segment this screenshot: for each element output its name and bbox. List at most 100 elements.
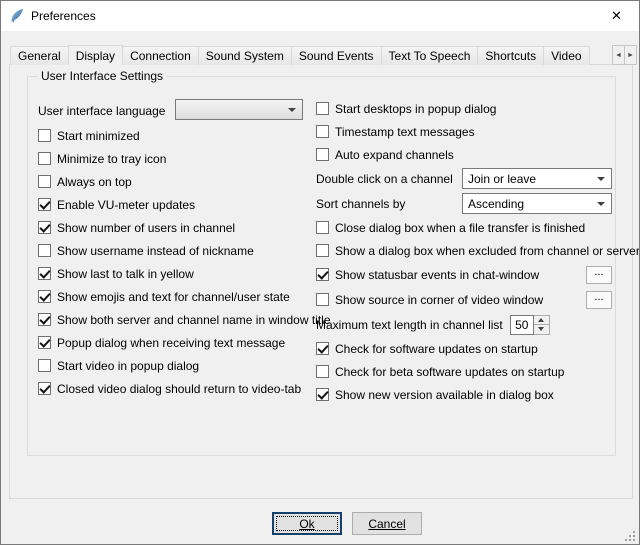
checkbox-emoji-text-state[interactable]: Show emojis and text for channel/user st… (38, 285, 314, 308)
tab-connection[interactable]: Connection (122, 46, 199, 65)
max-text-length-row: Maximum text length in channel list 50 (316, 312, 612, 337)
checkbox-label: Start desktops in popup dialog (335, 102, 496, 116)
checkbox-last-to-talk-yellow[interactable]: Show last to talk in yellow (38, 262, 314, 285)
sort-channels-label: Sort channels by (316, 197, 405, 211)
checkbox-new-version-dialog[interactable]: Show new version available in dialog box (316, 383, 612, 406)
checkbox-indicator (38, 382, 51, 395)
user-interface-settings-group: User Interface Settings User interface l… (27, 76, 616, 456)
chevron-down-icon (597, 202, 605, 206)
checkbox-label: Always on top (57, 175, 132, 189)
checkbox-indicator (38, 313, 51, 326)
checkbox-start-minimized[interactable]: Start minimized (38, 124, 314, 147)
checkbox-label: Check for software updates on startup (335, 342, 538, 356)
spin-up-icon[interactable] (534, 315, 550, 326)
checkbox-close-on-file-transfer[interactable]: Close dialog box when a file transfer is… (316, 216, 612, 239)
double-click-value: Join or leave (468, 172, 536, 186)
checkbox-indicator (316, 221, 329, 234)
tab-general[interactable]: General (10, 46, 69, 65)
checkbox-show-user-count[interactable]: Show number of users in channel (38, 216, 314, 239)
tab-scroll-right-icon[interactable]: ► (624, 45, 637, 65)
chevron-down-icon (288, 108, 296, 112)
checkbox-always-on-top[interactable]: Always on top (38, 170, 314, 193)
ok-button[interactable]: Ok (272, 512, 342, 535)
language-dropdown[interactable] (175, 99, 303, 120)
checkbox-show-username[interactable]: Show username instead of nickname (38, 239, 314, 262)
checkbox-label: Auto expand channels (335, 148, 454, 162)
double-click-label: Double click on a channel (316, 172, 453, 186)
checkbox-indicator (38, 336, 51, 349)
left-column: User interface language Start minimized … (38, 97, 314, 400)
tab-video[interactable]: Video (543, 46, 589, 65)
statusbar-events-row: Show statusbar events in chat-window ... (316, 262, 612, 287)
language-row: User interface language (38, 97, 314, 124)
checkbox-indicator (38, 175, 51, 188)
checkbox-indicator (38, 221, 51, 234)
checkbox-excluded-dialog[interactable]: Show a dialog box when excluded from cha… (316, 239, 612, 262)
group-title: User Interface Settings (37, 69, 167, 83)
checkbox-indicator (38, 129, 51, 142)
tab-sound-system[interactable]: Sound System (198, 46, 292, 65)
statusbar-events-more-button[interactable]: ... (586, 266, 612, 284)
checkbox-label: Show both server and channel name in win… (57, 313, 331, 327)
checkbox-video-source-corner[interactable] (316, 293, 329, 306)
checkbox-label: Show source in corner of video window (335, 293, 543, 307)
checkbox-label: Show new version available in dialog box (335, 388, 554, 402)
checkbox-minimize-to-tray[interactable]: Minimize to tray icon (38, 147, 314, 170)
window-title: Preferences (31, 9, 96, 23)
checkbox-statusbar-events[interactable] (316, 268, 329, 281)
language-label: User interface language (38, 104, 165, 118)
checkbox-label: Show statusbar events in chat-window (335, 268, 539, 282)
checkbox-label: Show number of users in channel (57, 221, 235, 235)
checkbox-label: Closed video dialog should return to vid… (57, 382, 301, 396)
checkbox-auto-expand-channels[interactable]: Auto expand channels (316, 143, 612, 166)
checkbox-indicator (38, 152, 51, 165)
checkbox-label: Popup dialog when receiving text message (57, 336, 285, 350)
tab-text-to-speech[interactable]: Text To Speech (381, 46, 479, 65)
max-text-length-label: Maximum text length in channel list (316, 318, 503, 332)
checkbox-server-channel-title[interactable]: Show both server and channel name in win… (38, 308, 314, 331)
tab-shortcuts[interactable]: Shortcuts (477, 46, 544, 65)
video-source-more-button[interactable]: ... (586, 291, 612, 309)
checkbox-label: Show username instead of nickname (57, 244, 254, 258)
spin-down-icon[interactable] (534, 325, 550, 335)
tab-display[interactable]: Display (68, 45, 123, 65)
checkbox-indicator (38, 290, 51, 303)
right-column: Start desktops in popup dialog Timestamp… (316, 97, 612, 406)
chevron-down-icon (597, 177, 605, 181)
checkbox-indicator (316, 342, 329, 355)
tab-sound-events[interactable]: Sound Events (291, 46, 382, 65)
sort-channels-value: Ascending (468, 197, 524, 211)
spinner-buttons (534, 315, 550, 335)
checkbox-indicator (316, 244, 329, 257)
checkbox-start-desktops-popup[interactable]: Start desktops in popup dialog (316, 97, 612, 120)
checkbox-label: Close dialog box when a file transfer is… (335, 221, 585, 235)
checkbox-beta-updates[interactable]: Check for beta software updates on start… (316, 360, 612, 383)
sort-channels-dropdown[interactable]: Ascending (462, 193, 612, 214)
max-text-length-spinner[interactable]: 50 (510, 315, 550, 335)
double-click-dropdown[interactable]: Join or leave (462, 168, 612, 189)
cancel-button[interactable]: Cancel (352, 512, 422, 535)
checkbox-video-return-tab[interactable]: Closed video dialog should return to vid… (38, 377, 314, 400)
checkbox-label: Minimize to tray icon (57, 152, 166, 166)
checkbox-label: Start video in popup dialog (57, 359, 199, 373)
tab-scroll-control: ◄ ► (613, 45, 637, 65)
video-source-row: Show source in corner of video window ..… (316, 287, 612, 312)
checkbox-popup-text-message[interactable]: Popup dialog when receiving text message (38, 331, 314, 354)
checkbox-vu-meter-updates[interactable]: Enable VU-meter updates (38, 193, 314, 216)
checkbox-label: Start minimized (57, 129, 140, 143)
tab-bar: General Display Connection Sound System … (10, 44, 609, 65)
resize-grip[interactable] (624, 529, 636, 541)
checkbox-label: Check for beta software updates on start… (335, 365, 564, 379)
checkbox-label: Show emojis and text for channel/user st… (57, 290, 290, 304)
close-button[interactable]: ✕ (594, 1, 639, 31)
titlebar[interactable]: Preferences ✕ (1, 1, 639, 31)
sort-channels-row: Sort channels by Ascending (316, 191, 612, 216)
checkbox-start-video-popup[interactable]: Start video in popup dialog (38, 354, 314, 377)
checkbox-label: Show last to talk in yellow (57, 267, 194, 281)
checkbox-timestamp-messages[interactable]: Timestamp text messages (316, 120, 612, 143)
checkbox-software-updates[interactable]: Check for software updates on startup (316, 337, 612, 360)
checkbox-label: Show a dialog box when excluded from cha… (335, 244, 640, 258)
checkbox-indicator (38, 244, 51, 257)
checkbox-indicator (316, 102, 329, 115)
checkbox-indicator (316, 148, 329, 161)
